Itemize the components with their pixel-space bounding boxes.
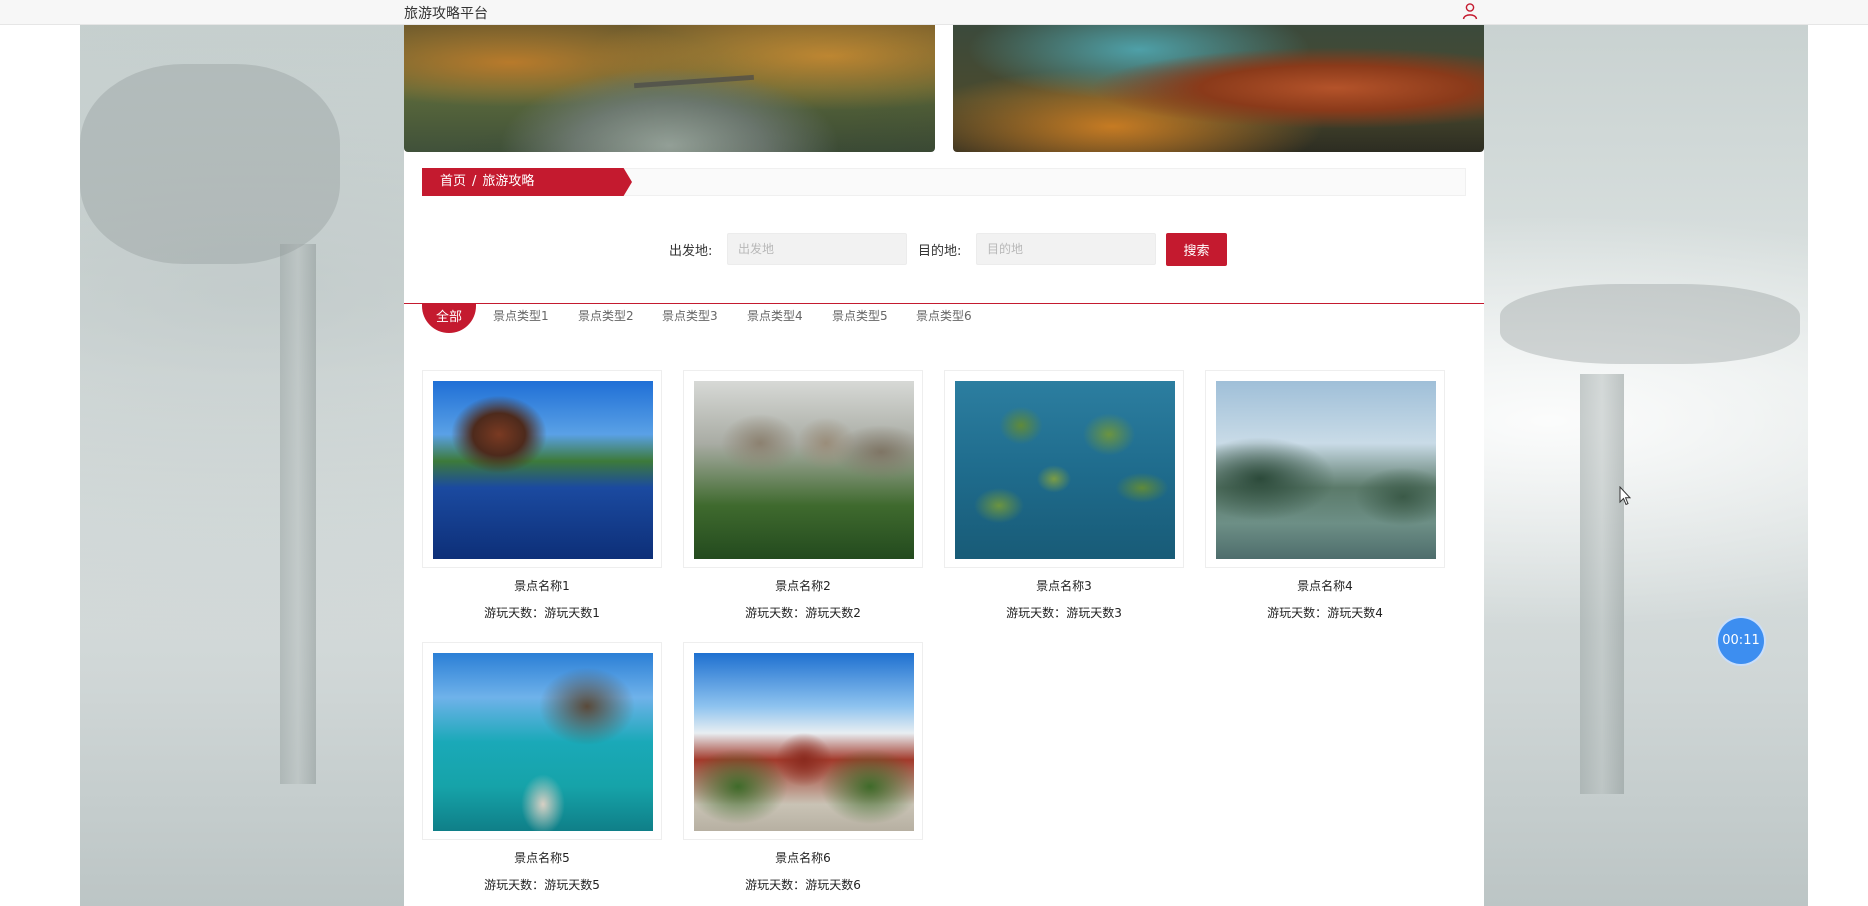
attraction-image[interactable] [955, 381, 1175, 559]
attraction-name[interactable]: 景点名称1 [422, 577, 662, 595]
attraction-days: 游玩天数：游玩天数4 [1205, 604, 1445, 621]
tab-type-6[interactable]: 景点类型6 [916, 307, 972, 324]
days-value: 游玩天数6 [805, 878, 861, 892]
category-tabs: 全部 景点类型1 景点类型2 景点类型3 景点类型4 景点类型5 景点类型6 [422, 303, 1422, 333]
tab-type-5[interactable]: 景点类型5 [832, 307, 888, 324]
tab-all[interactable]: 全部 [422, 303, 476, 333]
days-value: 游玩天数5 [544, 878, 600, 892]
attraction-image[interactable] [1216, 381, 1436, 559]
days-label: 游玩天数： [1267, 606, 1328, 620]
attraction-image-frame[interactable] [944, 370, 1184, 568]
days-value: 游玩天数2 [805, 606, 861, 620]
attraction-name[interactable]: 景点名称2 [683, 577, 923, 595]
attraction-image[interactable] [694, 381, 914, 559]
attraction-image-frame[interactable] [422, 642, 662, 840]
tab-type-4[interactable]: 景点类型4 [747, 307, 803, 324]
destination-label: 目的地: [918, 244, 962, 259]
main-content: 首页 / 旅游攻略 出发地: 目的地: 搜索 全部 景点类型1 景点类型2 景点类型… [404, 24, 1484, 906]
attraction-image-frame[interactable] [683, 370, 923, 568]
banner-image-right[interactable] [953, 24, 1484, 152]
tab-type-2[interactable]: 景点类型2 [578, 307, 634, 324]
bg-tree [80, 64, 340, 264]
days-label: 游玩天数： [745, 878, 806, 892]
breadcrumb-current: 旅游攻略 [482, 174, 535, 189]
attraction-name[interactable]: 景点名称4 [1205, 577, 1445, 595]
attraction-image[interactable] [433, 381, 653, 559]
tab-type-3[interactable]: 景点类型3 [662, 307, 718, 324]
attraction-card[interactable]: 景点名称2 游玩天数：游玩天数2 [683, 370, 923, 621]
site-title[interactable]: 旅游攻略平台 [404, 3, 488, 23]
attraction-card[interactable]: 景点名称5 游玩天数：游玩天数5 [422, 642, 662, 893]
bg-pillar-left [280, 244, 316, 784]
banner-image-left[interactable] [404, 24, 935, 152]
bg-roof [1500, 284, 1800, 364]
attraction-name[interactable]: 景点名称5 [422, 849, 662, 867]
timer-badge[interactable]: 00:11 [1718, 618, 1764, 664]
departure-label: 出发地: [669, 244, 713, 259]
attraction-name[interactable]: 景点名称6 [683, 849, 923, 867]
attraction-card[interactable]: 景点名称3 游玩天数：游玩天数3 [944, 370, 1184, 621]
tab-type-1[interactable]: 景点类型1 [493, 307, 549, 324]
user-icon[interactable] [1462, 2, 1478, 20]
attraction-days: 游玩天数：游玩天数5 [422, 876, 662, 893]
days-value: 游玩天数3 [1066, 606, 1122, 620]
destination-input[interactable] [976, 233, 1156, 265]
days-label: 游玩天数： [484, 606, 545, 620]
attraction-card[interactable]: 景点名称6 游玩天数：游玩天数6 [683, 642, 923, 893]
breadcrumb-home[interactable]: 首页 [440, 174, 466, 189]
attraction-image-frame[interactable] [422, 370, 662, 568]
banner-bridge [633, 74, 755, 89]
days-value: 游玩天数4 [1327, 606, 1383, 620]
days-label: 游玩天数： [484, 878, 545, 892]
days-value: 游玩天数1 [544, 606, 600, 620]
search-button[interactable]: 搜索 [1166, 233, 1227, 266]
days-label: 游玩天数： [1006, 606, 1067, 620]
search-form: 出发地: 目的地: 搜索 [404, 233, 1484, 266]
bg-pillar-right [1580, 374, 1624, 794]
attraction-image-frame[interactable] [1205, 370, 1445, 568]
attraction-days: 游玩天数：游玩天数2 [683, 604, 923, 621]
attraction-image[interactable] [694, 653, 914, 831]
breadcrumb-separator: / [472, 174, 477, 189]
attraction-days: 游玩天数：游玩天数1 [422, 604, 662, 621]
attraction-name[interactable]: 景点名称3 [944, 577, 1184, 595]
breadcrumb: 首页 / 旅游攻略 [422, 168, 632, 196]
attraction-card[interactable]: 景点名称1 游玩天数：游玩天数1 [422, 370, 662, 621]
days-label: 游玩天数： [745, 606, 806, 620]
mouse-cursor-icon [1619, 486, 1631, 506]
attraction-card[interactable]: 景点名称4 游玩天数：游玩天数4 [1205, 370, 1445, 621]
departure-input[interactable] [727, 233, 907, 265]
attraction-image[interactable] [433, 653, 653, 831]
attraction-days: 游玩天数：游玩天数3 [944, 604, 1184, 621]
attraction-days: 游玩天数：游玩天数6 [683, 876, 923, 893]
top-nav-bar: 旅游攻略平台 [0, 0, 1868, 25]
attraction-image-frame[interactable] [683, 642, 923, 840]
